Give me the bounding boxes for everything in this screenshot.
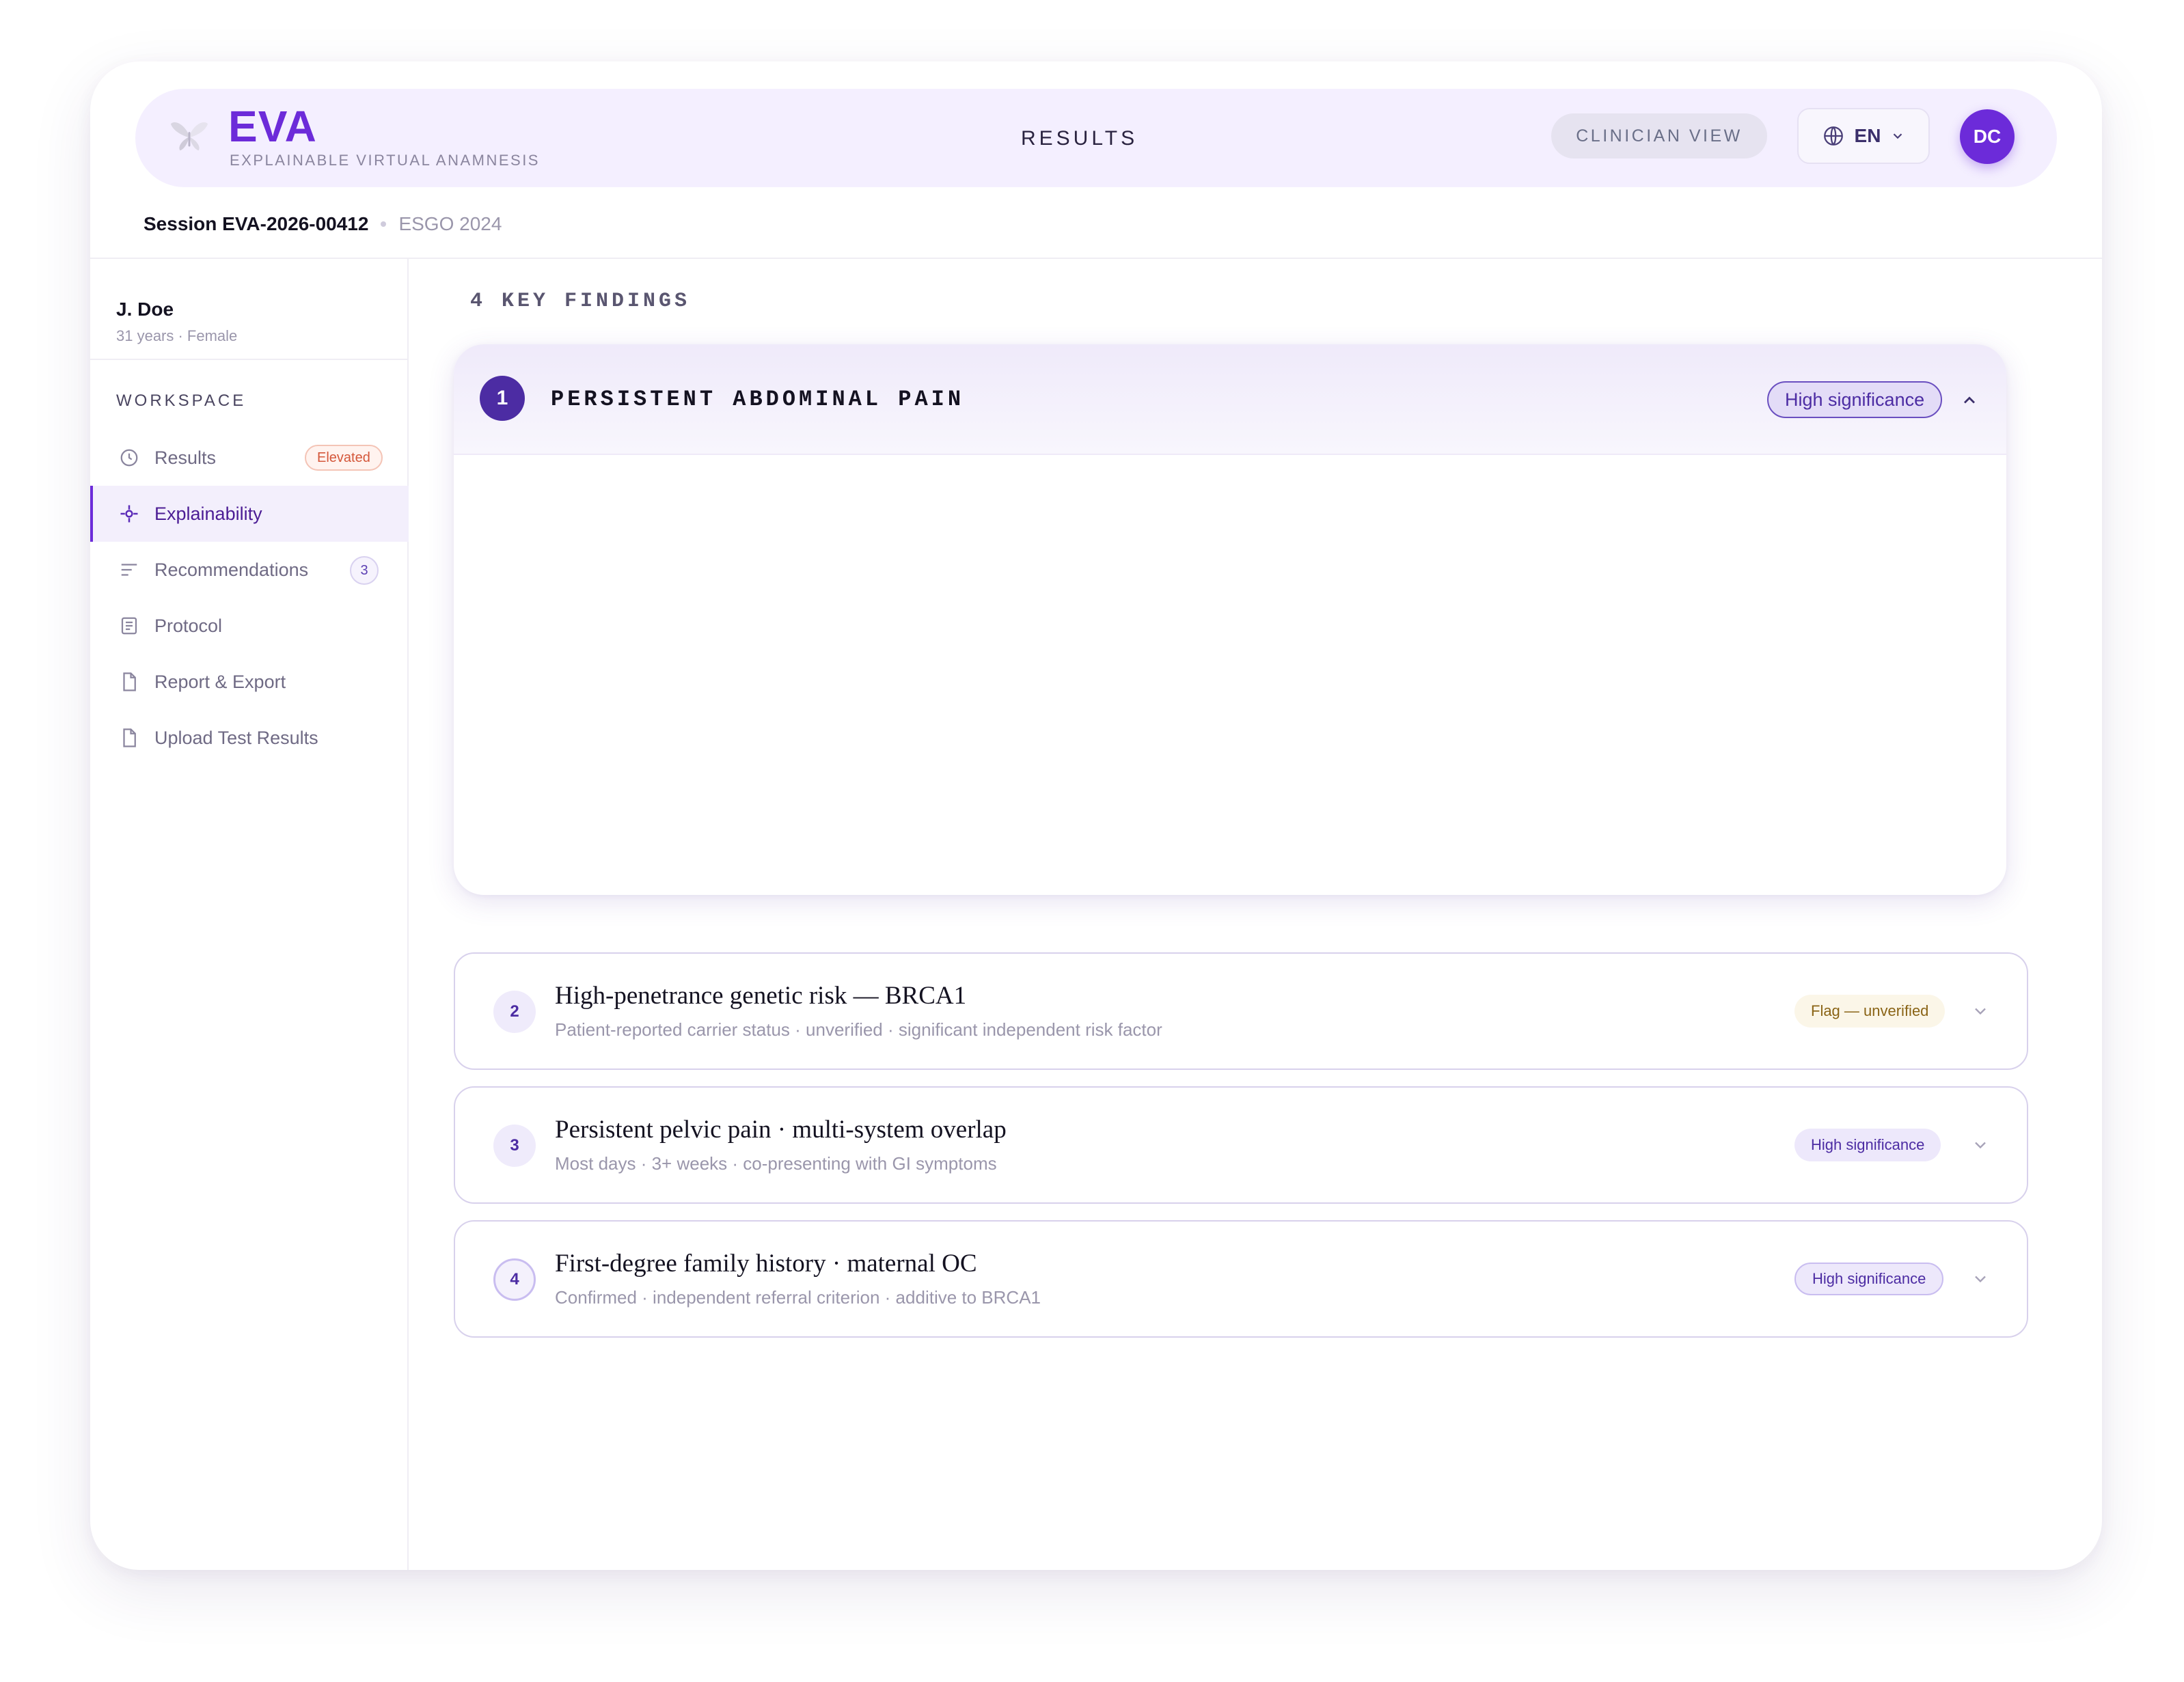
- significance-badge: High significance: [1794, 1263, 1944, 1295]
- finding-subtitle: Confirmed · independent referral criteri…: [555, 1287, 1041, 1308]
- sidebar-item-recommendations[interactable]: Recommendations 3: [90, 542, 409, 598]
- finding-subtitle: Patient-reported carrier status · unveri…: [555, 1019, 1162, 1040]
- sidebar-nav: Results Elevated Explainability Recommen…: [90, 430, 409, 766]
- top-header: EVA EXPLAINABLE VIRTUAL ANAMNESIS RESULT…: [135, 89, 2057, 187]
- brand-subtitle: EXPLAINABLE VIRTUAL ANAMNESIS: [230, 152, 540, 169]
- finding-card[interactable]: 2 High-penetrance genetic risk — BRCA1 P…: [454, 952, 2028, 1070]
- sidebar-item-label: Report & Export: [154, 671, 286, 692]
- brand-name: EVA: [228, 102, 317, 151]
- patient-name: J. Doe: [116, 299, 174, 320]
- finding-number: 1: [480, 376, 525, 421]
- sidebar-item-label: Explainability: [154, 503, 262, 524]
- user-avatar[interactable]: DC: [1960, 109, 2015, 164]
- finding-number: 2: [493, 991, 536, 1033]
- language-selector[interactable]: EN: [1797, 108, 1930, 164]
- file-icon: [123, 728, 136, 747]
- significance-badge: High significance: [1794, 1129, 1941, 1161]
- sidebar-divider: [90, 359, 409, 360]
- clock-icon: [120, 449, 138, 467]
- lines-icon: [121, 564, 137, 576]
- sidebar-item-upload-test-results[interactable]: Upload Test Results: [90, 710, 409, 766]
- separator-dot: [381, 221, 387, 227]
- finding-title: PERSISTENT ABDOMINAL PAIN: [551, 387, 965, 412]
- file-icon: [123, 672, 136, 691]
- chevron-down-icon: [1894, 133, 1902, 139]
- patient-meta: 31 years · Female: [116, 327, 238, 344]
- chevron-down-icon[interactable]: [1971, 1269, 1990, 1288]
- sidebar-item-explainability[interactable]: Explainability: [90, 486, 409, 542]
- finding-title: High-penetrance genetic risk — BRCA1: [555, 982, 967, 1010]
- sidebar-item-report-export[interactable]: Report & Export: [90, 654, 409, 710]
- guideline-label: ESGO 2024: [398, 213, 502, 234]
- chevron-down-icon[interactable]: [1971, 1135, 1990, 1155]
- finding-title: Persistent pelvic pain · multi-system ov…: [555, 1116, 1007, 1144]
- sidebar-item-label: Protocol: [154, 615, 223, 636]
- recommendations-count-badge: 3: [350, 556, 379, 585]
- elevated-badge: Elevated: [305, 445, 383, 471]
- page-title: RESULTS: [1021, 127, 1138, 150]
- sidebar-item-label: Upload Test Results: [154, 727, 318, 748]
- finding-title: First-degree family history · maternal O…: [555, 1250, 977, 1278]
- language-label: EN: [1854, 125, 1881, 146]
- sidebar-item-results[interactable]: Results Elevated: [90, 430, 409, 486]
- chevron-up-icon[interactable]: [1960, 391, 1979, 410]
- finding-subtitle: Most days · 3+ weeks · co-presenting wit…: [555, 1153, 997, 1174]
- sparkle-icon: [120, 505, 138, 523]
- finding-number: 4: [493, 1258, 536, 1301]
- significance-badge: High significance: [1767, 381, 1943, 418]
- finding-card[interactable]: 3 Persistent pelvic pain · multi-system …: [454, 1086, 2028, 1204]
- finding-number: 3: [493, 1125, 536, 1167]
- finding-card-header[interactable]: 1 PERSISTENT ABDOMINAL PAIN High signifi…: [454, 344, 2006, 455]
- globe-icon: [1823, 126, 1843, 146]
- workspace-label: WORKSPACE: [116, 391, 247, 410]
- sidebar: J. Doe 31 years · Female WORKSPACE Resul…: [90, 259, 409, 1570]
- chevron-down-icon[interactable]: [1971, 1002, 1990, 1021]
- session-info: Session EVA-2026-00412 ESGO 2024: [144, 213, 502, 235]
- session-id: Session EVA-2026-00412: [144, 213, 369, 234]
- key-findings-heading: 4 KEY FINDINGS: [470, 290, 691, 313]
- sidebar-item-protocol[interactable]: Protocol: [90, 598, 409, 654]
- flag-badge: Flag — unverified: [1794, 995, 1946, 1028]
- sidebar-item-label: Recommendations: [154, 559, 309, 580]
- finding-card-expanded: 1 PERSISTENT ABDOMINAL PAIN High signifi…: [454, 344, 2006, 895]
- clinician-view-button[interactable]: CLINICIAN VIEW: [1551, 113, 1767, 158]
- butterfly-logo-icon: [170, 122, 208, 151]
- app-window: EVA EXPLAINABLE VIRTUAL ANAMNESIS RESULT…: [90, 61, 2102, 1570]
- list-doc-icon: [121, 617, 137, 635]
- finding-card[interactable]: 4 First-degree family history · maternal…: [454, 1220, 2028, 1338]
- sidebar-item-label: Results: [154, 447, 217, 468]
